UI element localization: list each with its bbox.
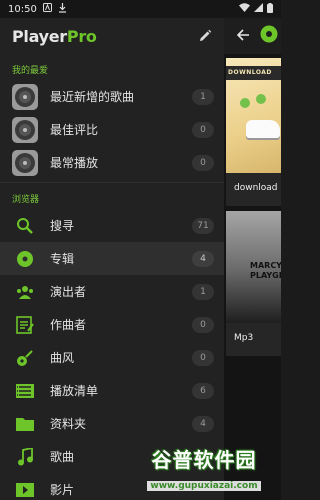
album-title: download (226, 173, 281, 206)
drawer-item-search[interactable]: 搜寻 71 (0, 209, 224, 242)
status-time: 10:50 (8, 3, 37, 15)
drawer-item-folders[interactable]: 资料夹 4 (0, 407, 224, 440)
count-badge: 6 (192, 382, 214, 399)
app-disc-icon[interactable] (260, 25, 278, 47)
count-badge: 1 (192, 283, 214, 300)
drawer-item-label: 专辑 (50, 252, 75, 266)
music-note-icon (12, 444, 38, 470)
wifi-icon (239, 3, 250, 15)
back-arrow-icon[interactable] (236, 27, 250, 46)
drawer-item-label: 作曲者 (50, 318, 87, 332)
vinyl-icon (12, 149, 38, 176)
album-icon (12, 246, 38, 272)
drawer-item-recently-added[interactable]: 最近新增的歌曲 1 (0, 80, 224, 113)
section-browser-title: 浏览器 (12, 195, 40, 205)
count-badge: 0 (192, 121, 214, 138)
album-art-banner: DOWNLOAD (226, 66, 281, 80)
count-badge: 4 (192, 250, 214, 267)
album-art-text: MARCY PLAYGR (250, 261, 281, 280)
drawer-item-label: 最佳评比 (50, 123, 99, 137)
album-tile-download[interactable]: DOWNLOAD download (226, 58, 281, 206)
watermark: 谷普软件园 www.gupuxiazai.com (129, 444, 279, 492)
drawer-item-most-played[interactable]: 最常播放 0 (0, 146, 224, 179)
count-badge: 4 (192, 415, 214, 432)
download-icon (58, 2, 67, 16)
folder-icon (12, 411, 38, 437)
watermark-url: www.gupuxiazai.com (147, 481, 261, 491)
drawer-header: PlayerPro (0, 18, 224, 54)
vinyl-icon (12, 83, 38, 110)
drawer-item-albums[interactable]: 专辑 4 (0, 242, 224, 275)
video-icon (12, 477, 38, 500)
drawer-item-composers[interactable]: 作曲者 0 (0, 308, 224, 341)
edit-pencil-icon[interactable] (196, 27, 214, 45)
status-bar: 10:50 (0, 0, 281, 18)
notification-a-icon (42, 3, 52, 15)
navigation-drawer: PlayerPro 我的最爱 最近新增的歌曲 1 最佳评比 0 最常播放 0 浏… (0, 18, 224, 500)
signal-icon (254, 3, 263, 15)
count-badge: 0 (192, 349, 214, 366)
count-badge: 1 (192, 88, 214, 105)
drawer-item-artists[interactable]: 演出者 1 (0, 275, 224, 308)
divider (0, 182, 224, 183)
composer-icon (12, 312, 38, 338)
vinyl-icon (12, 116, 38, 143)
drawer-item-label: 最常播放 (50, 156, 99, 170)
drawer-item-label: 搜寻 (50, 219, 75, 233)
drawer-item-playlists[interactable]: 播放清单 6 (0, 374, 224, 407)
main-content: DOWNLOAD download MARCY PLAYGR Mp3 (224, 18, 281, 500)
app-logo: PlayerPro (12, 26, 97, 46)
count-badge: 71 (192, 217, 214, 234)
album-title: Mp3 (226, 323, 281, 356)
main-toolbar (224, 18, 281, 54)
album-art-car (246, 120, 280, 138)
battery-icon (267, 2, 273, 16)
search-icon (12, 213, 38, 239)
playlist-icon (12, 378, 38, 404)
album-tile-mp3[interactable]: MARCY PLAYGR Mp3 (226, 211, 281, 356)
guitar-icon (12, 345, 38, 371)
count-badge: 0 (192, 316, 214, 333)
drawer-item-label: 演出者 (50, 285, 87, 299)
section-favorites-title: 我的最爱 (12, 66, 49, 76)
drawer-item-label: 资料夹 (50, 417, 87, 431)
artists-icon (12, 279, 38, 305)
drawer-item-top-rated[interactable]: 最佳评比 0 (0, 113, 224, 146)
watermark-text: 谷普软件园 (151, 448, 257, 472)
drawer-item-genres[interactable]: 曲风 0 (0, 341, 224, 374)
count-badge: 0 (192, 154, 214, 171)
drawer-item-label: 播放清单 (50, 384, 99, 398)
drawer-item-label: 曲风 (50, 351, 75, 365)
drawer-item-label: 最近新增的歌曲 (50, 90, 135, 104)
